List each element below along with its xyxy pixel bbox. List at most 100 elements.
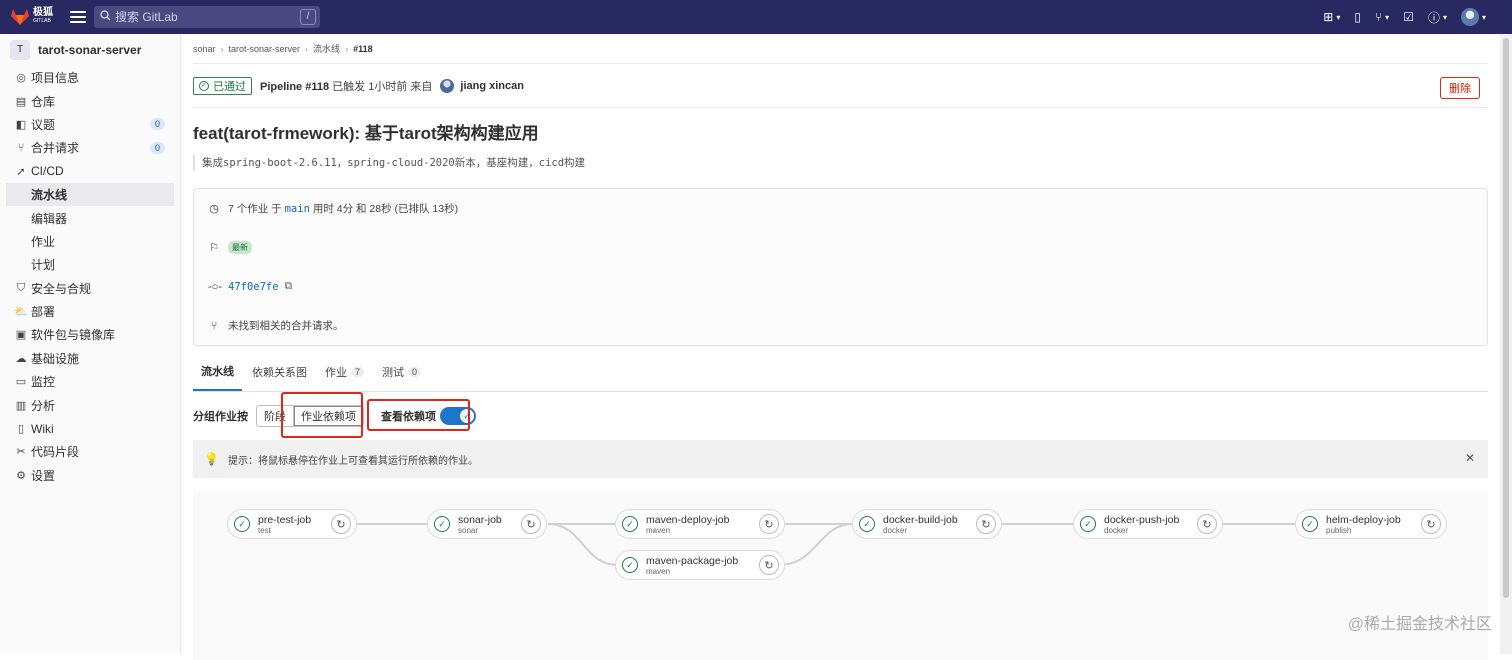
sidebar-item-label: 监控 <box>31 373 55 390</box>
sidebar-item[interactable]: ⛉安全与合规 <box>0 277 180 300</box>
job-name: helm-deploy-job <box>1326 514 1401 526</box>
sidebar-item[interactable]: ▤仓库 <box>0 89 180 112</box>
tab-count: 7 <box>351 367 364 377</box>
sidebar-item[interactable]: ⛅部署 <box>0 300 180 323</box>
rocket-icon: ➚ <box>15 165 27 177</box>
sidebar-item[interactable]: ▭监控 <box>0 370 180 393</box>
group-by-label: 分组作业按 <box>193 408 248 424</box>
sidebar-item[interactable]: ➚CI/CD <box>0 160 180 183</box>
job-name: maven-package-job <box>646 555 738 567</box>
merge-requests-dropdown[interactable]: ⑂▾ <box>1375 10 1389 24</box>
grouping-controls: 分组作业按 阶段 作业依赖项 查看依赖项 ✓ <box>193 392 1488 440</box>
status-success-icon: ✓ <box>1302 516 1318 532</box>
clock-icon: ◷ <box>208 202 220 215</box>
job-docker-push-job[interactable]: ✓docker-push-jobdocker↻ <box>1073 509 1223 539</box>
todos-shortcut[interactable]: ☑ <box>1403 10 1414 24</box>
sidebar-item[interactable]: 流水线 <box>6 183 174 206</box>
user-menu[interactable]: ▾ <box>1461 8 1486 26</box>
watermark: @稀土掘金技术社区 <box>1348 610 1492 634</box>
search-box[interactable]: / <box>94 6 320 28</box>
sidebar-item[interactable]: ◧议题0 <box>0 113 180 136</box>
job-name: pre-test-job <box>258 514 311 526</box>
sidebar-item[interactable]: 编辑器 <box>0 206 180 229</box>
user-avatar[interactable] <box>440 79 454 93</box>
commit-row: -○- 47f0e7fe ⧉ <box>194 267 1487 306</box>
sidebar-item[interactable]: ▯Wiki <box>0 417 180 440</box>
job-stage: maven <box>646 567 738 576</box>
status-badge[interactable]: ✓已通过 <box>193 77 252 95</box>
breadcrumb-item[interactable]: tarot-sonar-server <box>229 44 301 54</box>
main-content: sonar› tarot-sonar-server› 流水线› #118 ✓已通… <box>193 34 1488 660</box>
gitlab-logo[interactable]: 极狐GITLAB <box>10 8 58 26</box>
sidebar-item[interactable]: ▥分析 <box>0 393 180 416</box>
tab-tests[interactable]: 测试0 <box>374 353 429 391</box>
job-maven-package-job[interactable]: ✓maven-package-jobmaven↻ <box>615 550 785 580</box>
retry-icon[interactable]: ↻ <box>759 514 779 534</box>
tab-jobs[interactable]: 作业7 <box>317 353 372 391</box>
retry-icon[interactable]: ↻ <box>759 555 779 575</box>
retry-icon[interactable]: ↻ <box>1421 514 1441 534</box>
gear-icon: ⚙ <box>15 469 27 481</box>
merge-request-icon: ⑂ <box>15 142 27 154</box>
job-stage: docker <box>1104 526 1179 535</box>
page-title: feat(tarot-frmework): 基于tarot架构构建应用 <box>193 119 1488 144</box>
latest-badge: 最新 <box>228 241 252 254</box>
status-success-icon: ✓ <box>622 516 638 532</box>
menu-icon[interactable] <box>70 11 86 23</box>
breadcrumb-item[interactable]: sonar <box>193 44 216 54</box>
sidebar-item-label: 编辑器 <box>31 210 67 227</box>
page-scrollbar[interactable] <box>1500 34 1512 654</box>
commit-sha-link[interactable]: 47f0e7fe <box>228 281 279 293</box>
job-docker-build-job[interactable]: ✓docker-build-jobdocker↻ <box>852 509 1002 539</box>
user-link[interactable]: jiang xincan <box>460 80 524 92</box>
merge-request-icon: ⑂ <box>208 320 220 332</box>
delete-button[interactable]: 删除 <box>1440 77 1480 99</box>
breadcrumb-current[interactable]: #118 <box>353 44 373 54</box>
help-dropdown[interactable]: ⓘ▾ <box>1428 9 1447 26</box>
sidebar-item[interactable]: 作业 <box>0 230 180 253</box>
branch-link[interactable]: main <box>285 203 310 215</box>
sidebar-item-label: 软件包与镜像库 <box>31 326 115 343</box>
left-sidebar: T tarot-sonar-server ◎项目信息▤仓库◧议题0⑂合并请求0➚… <box>0 34 181 654</box>
retry-icon[interactable]: ↻ <box>331 514 351 534</box>
copy-icon[interactable]: ⧉ <box>285 280 293 293</box>
project-header[interactable]: T tarot-sonar-server <box>0 35 180 65</box>
new-dropdown[interactable]: ⊞▾ <box>1323 10 1340 24</box>
highlight-box <box>367 399 470 431</box>
issues-shortcut[interactable]: ▯ <box>1354 10 1361 24</box>
sidebar-item[interactable]: ▣软件包与镜像库 <box>0 323 180 346</box>
job-pre-test-job[interactable]: ✓pre-test-jobtest↻ <box>227 509 357 539</box>
sidebar-item[interactable]: 计划 <box>0 253 180 276</box>
commit-description: 集成spring-boot-2.6.11，spring-cloud-2020新本… <box>193 155 1488 171</box>
sidebar-item-label: 安全与合规 <box>31 280 91 297</box>
pipeline-tabs: 流水线 依赖关系图 作业7 测试0 <box>193 354 1488 392</box>
job-helm-deploy-job[interactable]: ✓helm-deploy-jobpublish↻ <box>1295 509 1447 539</box>
book-icon: ▯ <box>15 423 27 435</box>
job-sonar-job[interactable]: ✓sonar-jobsonar↻ <box>427 509 547 539</box>
issues-icon: ◧ <box>15 118 27 130</box>
tab-dependency-graph[interactable]: 依赖关系图 <box>244 353 315 391</box>
retry-icon[interactable]: ↻ <box>521 514 541 534</box>
retry-icon[interactable]: ↻ <box>976 514 996 534</box>
search-input[interactable] <box>115 10 295 24</box>
breadcrumb-item[interactable]: 流水线 <box>313 42 340 55</box>
sidebar-item[interactable]: ✂ 代码片段 <box>0 440 180 463</box>
pipeline-info-box: ◷ 7 个作业 于 main 用时 4分 和 28秒 (已排队 13秒) ⚐ 最… <box>193 188 1488 346</box>
sidebar-item-label: 代码片段 <box>31 443 79 460</box>
sidebar-item[interactable]: ⑂合并请求0 <box>0 136 180 159</box>
merge-request-icon: ⑂ <box>1375 10 1382 24</box>
job-maven-deploy-job[interactable]: ✓maven-deploy-jobmaven↻ <box>615 509 785 539</box>
tab-pipeline[interactable]: 流水线 <box>193 353 242 391</box>
sidebar-item[interactable]: ☁基础设施 <box>0 347 180 370</box>
sidebar-item-label: 设置 <box>31 467 55 484</box>
sidebar-item[interactable]: ◎项目信息 <box>0 66 180 89</box>
sidebar-item[interactable]: ⚙ 设置 <box>0 464 180 487</box>
search-icon <box>100 10 111 24</box>
sidebar-item-label: 流水线 <box>31 186 67 203</box>
close-icon[interactable]: ✕ <box>1465 451 1475 465</box>
snippet-icon: ✂ <box>15 446 27 458</box>
sidebar-item-label: 议题 <box>31 116 55 133</box>
sidebar-nav: ◎项目信息▤仓库◧议题0⑂合并请求0➚CI/CD流水线编辑器作业计划⛉安全与合规… <box>0 66 180 487</box>
status-success-icon: ✓ <box>1080 516 1096 532</box>
retry-icon[interactable]: ↻ <box>1197 514 1217 534</box>
